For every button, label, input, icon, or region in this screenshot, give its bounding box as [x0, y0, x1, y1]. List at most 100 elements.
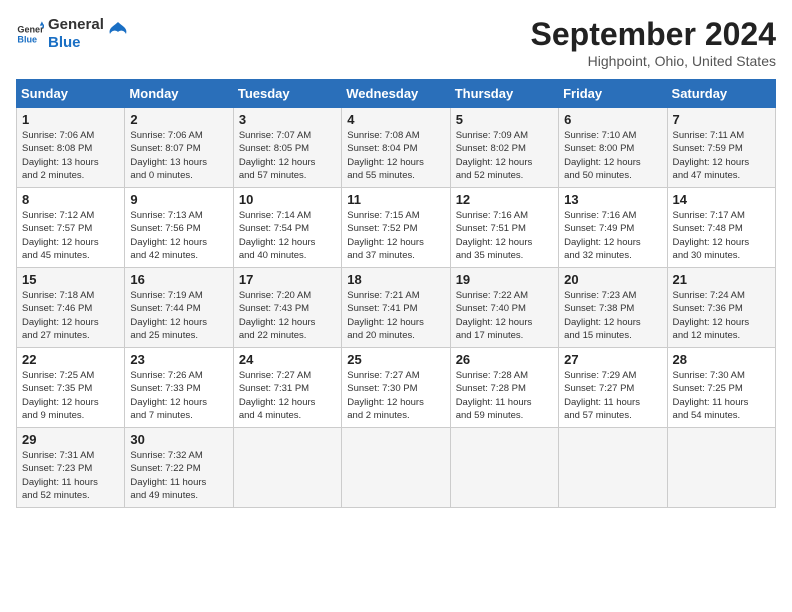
day-info: Sunrise: 7:30 AMSunset: 7:25 PMDaylight:… — [673, 370, 749, 421]
header-thursday: Thursday — [450, 80, 558, 108]
calendar-cell: 6 Sunrise: 7:10 AMSunset: 8:00 PMDaylight… — [559, 108, 667, 188]
day-number: 4 — [347, 112, 444, 127]
day-number: 3 — [239, 112, 336, 127]
calendar-cell: 24 Sunrise: 7:27 AMSunset: 7:31 PMDayligh… — [233, 348, 341, 428]
calendar-week-row: 15 Sunrise: 7:18 AMSunset: 7:46 PMDayligh… — [17, 268, 776, 348]
header-friday: Friday — [559, 80, 667, 108]
day-info: Sunrise: 7:13 AMSunset: 7:56 PMDaylight:… — [130, 210, 207, 261]
day-info: Sunrise: 7:20 AMSunset: 7:43 PMDaylight:… — [239, 290, 316, 341]
day-info: Sunrise: 7:11 AMSunset: 7:59 PMDaylight:… — [673, 130, 750, 181]
day-info: Sunrise: 7:27 AMSunset: 7:31 PMDaylight:… — [239, 370, 316, 421]
calendar-cell: 15 Sunrise: 7:18 AMSunset: 7:46 PMDayligh… — [17, 268, 125, 348]
calendar-cell: 12Sunrise: 7:16 AMSunset: 7:51 PMDayligh… — [450, 188, 558, 268]
day-info: Sunrise: 7:15 AMSunset: 7:52 PMDaylight:… — [347, 210, 424, 261]
calendar-cell: 11 Sunrise: 7:15 AMSunset: 7:52 PMDayligh… — [342, 188, 450, 268]
day-info: Sunrise: 7:32 AMSunset: 7:22 PMDaylight:… — [130, 450, 206, 501]
day-number: 21 — [673, 272, 770, 287]
day-number: 1 — [22, 112, 119, 127]
day-info: Sunrise: 7:16 AMSunset: 7:49 PMDaylight:… — [564, 210, 641, 261]
day-number: 22 — [22, 352, 119, 367]
logo-blue: Blue — [48, 34, 104, 52]
day-info: Sunrise: 7:06 AMSunset: 8:08 PMDaylight:… — [22, 130, 99, 181]
calendar-cell: 7 Sunrise: 7:11 AMSunset: 7:59 PMDaylight… — [667, 108, 775, 188]
calendar-cell: 4 Sunrise: 7:08 AMSunset: 8:04 PMDaylight… — [342, 108, 450, 188]
calendar-cell: 14Sunrise: 7:17 AMSunset: 7:48 PMDayligh… — [667, 188, 775, 268]
day-number: 5 — [456, 112, 553, 127]
calendar-cell: 21 Sunrise: 7:24 AMSunset: 7:36 PMDayligh… — [667, 268, 775, 348]
logo-bird-icon — [108, 22, 128, 46]
day-info: Sunrise: 7:29 AMSunset: 7:27 PMDaylight:… — [564, 370, 640, 421]
calendar-cell — [342, 428, 450, 508]
calendar-subtitle: Highpoint, Ohio, United States — [531, 53, 776, 69]
calendar-header-row: SundayMondayTuesdayWednesdayThursdayFrid… — [17, 80, 776, 108]
calendar-cell: 30 Sunrise: 7:32 AMSunset: 7:22 PMDayligh… — [125, 428, 233, 508]
day-info: Sunrise: 7:21 AMSunset: 7:41 PMDaylight:… — [347, 290, 424, 341]
calendar-title: September 2024 — [531, 16, 776, 53]
day-number: 25 — [347, 352, 444, 367]
calendar-cell: 17 Sunrise: 7:20 AMSunset: 7:43 PMDayligh… — [233, 268, 341, 348]
day-info: Sunrise: 7:06 AMSunset: 8:07 PMDaylight:… — [130, 130, 207, 181]
svg-text:General: General — [17, 25, 44, 35]
page-header: General Blue General Blue September 2024… — [16, 16, 776, 69]
day-info: Sunrise: 7:23 AMSunset: 7:38 PMDaylight:… — [564, 290, 641, 341]
day-info: Sunrise: 7:18 AMSunset: 7:46 PMDaylight:… — [22, 290, 99, 341]
calendar-cell: 19 Sunrise: 7:22 AMSunset: 7:40 PMDayligh… — [450, 268, 558, 348]
day-info: Sunrise: 7:07 AMSunset: 8:05 PMDaylight:… — [239, 130, 316, 181]
day-info: Sunrise: 7:24 AMSunset: 7:36 PMDaylight:… — [673, 290, 750, 341]
calendar-table: SundayMondayTuesdayWednesdayThursdayFrid… — [16, 79, 776, 508]
day-number: 13 — [564, 192, 661, 207]
header-tuesday: Tuesday — [233, 80, 341, 108]
day-number: 28 — [673, 352, 770, 367]
calendar-week-row: 1 Sunrise: 7:06 AMSunset: 8:08 PMDaylight… — [17, 108, 776, 188]
calendar-cell: 20 Sunrise: 7:23 AMSunset: 7:38 PMDayligh… — [559, 268, 667, 348]
calendar-cell — [559, 428, 667, 508]
calendar-cell — [233, 428, 341, 508]
calendar-cell: 22Sunrise: 7:25 AMSunset: 7:35 PMDayligh… — [17, 348, 125, 428]
header-monday: Monday — [125, 80, 233, 108]
day-info: Sunrise: 7:28 AMSunset: 7:28 PMDaylight:… — [456, 370, 532, 421]
logo: General Blue General Blue — [16, 16, 128, 52]
day-info: Sunrise: 7:10 AMSunset: 8:00 PMDaylight:… — [564, 130, 641, 181]
day-number: 24 — [239, 352, 336, 367]
day-number: 17 — [239, 272, 336, 287]
calendar-cell: 10Sunrise: 7:14 AMSunset: 7:54 PMDayligh… — [233, 188, 341, 268]
day-info: Sunrise: 7:14 AMSunset: 7:54 PMDaylight:… — [239, 210, 316, 261]
day-number: 26 — [456, 352, 553, 367]
day-info: Sunrise: 7:27 AMSunset: 7:30 PMDaylight:… — [347, 370, 424, 421]
calendar-cell: 2 Sunrise: 7:06 AMSunset: 8:07 PMDaylight… — [125, 108, 233, 188]
day-number: 2 — [130, 112, 227, 127]
calendar-week-row: 8 Sunrise: 7:12 AMSunset: 7:57 PMDaylight… — [17, 188, 776, 268]
calendar-cell: 29Sunrise: 7:31 AMSunset: 7:23 PMDayligh… — [17, 428, 125, 508]
day-number: 15 — [22, 272, 119, 287]
day-info: Sunrise: 7:08 AMSunset: 8:04 PMDaylight:… — [347, 130, 424, 181]
calendar-week-row: 22Sunrise: 7:25 AMSunset: 7:35 PMDayligh… — [17, 348, 776, 428]
calendar-cell: 8 Sunrise: 7:12 AMSunset: 7:57 PMDaylight… — [17, 188, 125, 268]
day-number: 20 — [564, 272, 661, 287]
day-info: Sunrise: 7:19 AMSunset: 7:44 PMDaylight:… — [130, 290, 207, 341]
day-number: 7 — [673, 112, 770, 127]
calendar-cell: 27 Sunrise: 7:29 AMSunset: 7:27 PMDayligh… — [559, 348, 667, 428]
day-number: 11 — [347, 192, 444, 207]
header-saturday: Saturday — [667, 80, 775, 108]
calendar-cell: 26 Sunrise: 7:28 AMSunset: 7:28 PMDayligh… — [450, 348, 558, 428]
day-number: 30 — [130, 432, 227, 447]
day-number: 16 — [130, 272, 227, 287]
calendar-title-block: September 2024 Highpoint, Ohio, United S… — [531, 16, 776, 69]
header-wednesday: Wednesday — [342, 80, 450, 108]
day-number: 19 — [456, 272, 553, 287]
day-number: 6 — [564, 112, 661, 127]
day-number: 27 — [564, 352, 661, 367]
day-number: 8 — [22, 192, 119, 207]
day-info: Sunrise: 7:12 AMSunset: 7:57 PMDaylight:… — [22, 210, 99, 261]
calendar-cell: 28 Sunrise: 7:30 AMSunset: 7:25 PMDayligh… — [667, 348, 775, 428]
calendar-cell: 1 Sunrise: 7:06 AMSunset: 8:08 PMDaylight… — [17, 108, 125, 188]
day-info: Sunrise: 7:22 AMSunset: 7:40 PMDaylight:… — [456, 290, 533, 341]
calendar-cell: 25 Sunrise: 7:27 AMSunset: 7:30 PMDayligh… — [342, 348, 450, 428]
day-number: 29 — [22, 432, 119, 447]
calendar-cell: 9Sunrise: 7:13 AMSunset: 7:56 PMDaylight… — [125, 188, 233, 268]
calendar-cell: 5Sunrise: 7:09 AMSunset: 8:02 PMDaylight… — [450, 108, 558, 188]
day-info: Sunrise: 7:16 AMSunset: 7:51 PMDaylight:… — [456, 210, 533, 261]
calendar-cell: 13 Sunrise: 7:16 AMSunset: 7:49 PMDayligh… — [559, 188, 667, 268]
calendar-cell: 3 Sunrise: 7:07 AMSunset: 8:05 PMDaylight… — [233, 108, 341, 188]
logo-icon: General Blue — [16, 20, 44, 48]
